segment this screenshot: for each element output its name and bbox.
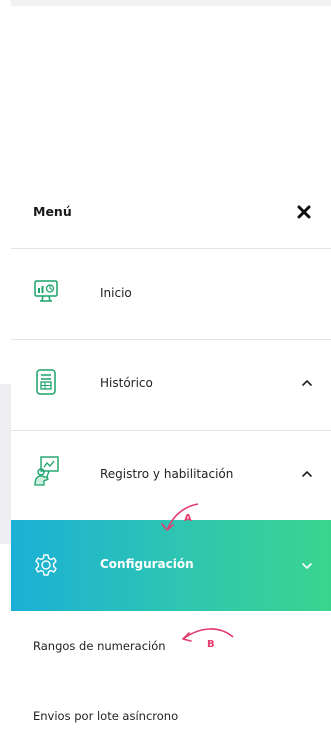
- top-strip: [11, 0, 331, 6]
- submenu-item-rangos[interactable]: Rangos de numeración: [33, 639, 166, 653]
- chevron-up-icon[interactable]: [301, 469, 313, 479]
- menu-item-label: Histórico: [100, 376, 153, 390]
- menu-header: Menú: [11, 190, 331, 248]
- menu-item-inicio[interactable]: Inicio: [11, 249, 331, 339]
- dashboard-monitor-icon: [34, 280, 58, 302]
- chevron-up-icon[interactable]: [301, 378, 313, 388]
- annotation-arrow-a: [161, 503, 199, 531]
- menu-item-label: Registro y habilitación: [100, 467, 234, 481]
- background-panel: [0, 384, 11, 544]
- menu-item-label: Configuración: [100, 557, 194, 571]
- menu-title: Menú: [33, 204, 72, 219]
- side-menu: Menú Inicio Histórico Registro y habilit…: [11, 190, 331, 741]
- close-icon[interactable]: [297, 205, 311, 219]
- presenter-board-icon: [34, 456, 59, 486]
- annotation-label-b: B: [207, 639, 215, 650]
- document-list-icon: [36, 369, 56, 395]
- menu-item-historico[interactable]: Histórico: [11, 340, 331, 430]
- submenu-item-envios[interactable]: Envios por lote asíncrono: [33, 709, 178, 723]
- annotation-label-a: A: [184, 513, 192, 524]
- menu-item-label: Inicio: [100, 286, 132, 300]
- chevron-down-icon[interactable]: [301, 561, 313, 571]
- gear-icon: [35, 554, 57, 576]
